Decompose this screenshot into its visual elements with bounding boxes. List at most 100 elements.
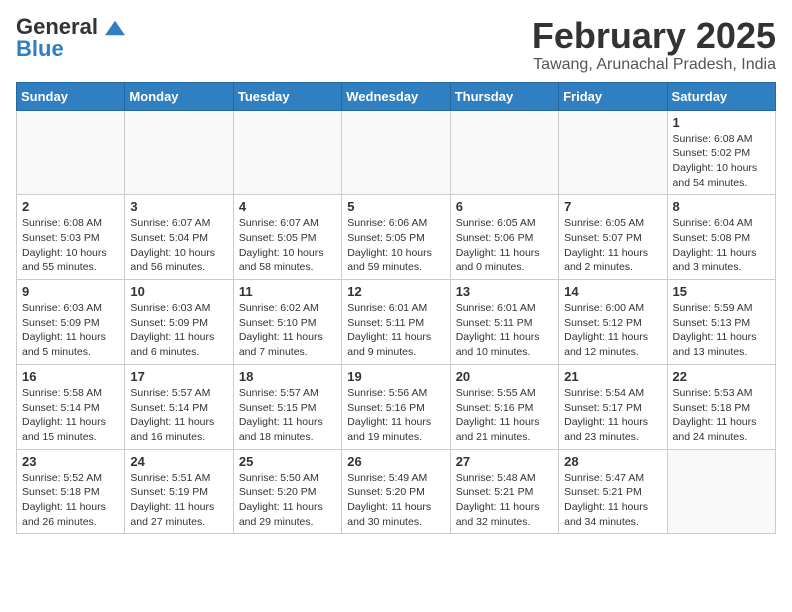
day-info: Sunrise: 6:05 AM Sunset: 5:06 PM Dayligh… [456, 216, 553, 275]
day-number: 20 [456, 369, 553, 384]
calendar-cell: 9 Sunrise: 6:03 AM Sunset: 5:09 PM Daylig… [17, 280, 125, 365]
logo-icon [105, 20, 125, 36]
calendar-cell: 10Sunrise: 6:03 AM Sunset: 5:09 PM Dayli… [125, 280, 233, 365]
day-number: 22 [673, 369, 770, 384]
day-number: 25 [239, 454, 336, 469]
day-number: 19 [347, 369, 444, 384]
title-area: February 2025 Tawang, Arunachal Pradesh,… [532, 16, 776, 74]
day-number: 9 [22, 284, 119, 299]
day-number: 16 [22, 369, 119, 384]
day-info: Sunrise: 6:05 AM Sunset: 5:07 PM Dayligh… [564, 216, 661, 275]
calendar-cell: 14Sunrise: 6:00 AM Sunset: 5:12 PM Dayli… [559, 280, 667, 365]
calendar-cell: 5 Sunrise: 6:06 AM Sunset: 5:05 PM Daylig… [342, 195, 450, 280]
calendar-cell: 7 Sunrise: 6:05 AM Sunset: 5:07 PM Daylig… [559, 195, 667, 280]
day-info: Sunrise: 6:00 AM Sunset: 5:12 PM Dayligh… [564, 301, 661, 360]
day-info: Sunrise: 5:58 AM Sunset: 5:14 PM Dayligh… [22, 386, 119, 445]
day-info: Sunrise: 5:55 AM Sunset: 5:16 PM Dayligh… [456, 386, 553, 445]
calendar-week-row: 23 Sunrise: 5:52 AM Sunset: 5:18 PM Dayli… [17, 449, 776, 534]
calendar-cell [233, 110, 341, 195]
day-number: 4 [239, 199, 336, 214]
calendar-cell: 18 Sunrise: 5:57 AM Sunset: 5:15 PM Dayli… [233, 364, 341, 449]
day-number: 3 [130, 199, 227, 214]
calendar-cell [342, 110, 450, 195]
day-number: 11 [239, 284, 336, 299]
day-number: 21 [564, 369, 661, 384]
day-number: 18 [239, 369, 336, 384]
calendar-cell: 21Sunrise: 5:54 AM Sunset: 5:17 PM Dayli… [559, 364, 667, 449]
logo-blue-text: Blue [16, 36, 64, 61]
weekday-header: Saturday [667, 82, 775, 110]
calendar-cell [17, 110, 125, 195]
day-info: Sunrise: 6:01 AM Sunset: 5:11 PM Dayligh… [456, 301, 553, 360]
weekday-header: Sunday [17, 82, 125, 110]
calendar-cell: 25 Sunrise: 5:50 AM Sunset: 5:20 PM Dayli… [233, 449, 341, 534]
day-info: Sunrise: 6:08 AM Sunset: 5:03 PM Dayligh… [22, 216, 119, 275]
day-number: 2 [22, 199, 119, 214]
weekday-header: Friday [559, 82, 667, 110]
calendar-cell [125, 110, 233, 195]
calendar-table: SundayMondayTuesdayWednesdayThursdayFrid… [16, 82, 776, 535]
day-info: Sunrise: 5:59 AM Sunset: 5:13 PM Dayligh… [673, 301, 770, 360]
calendar-cell: 20 Sunrise: 5:55 AM Sunset: 5:16 PM Dayli… [450, 364, 558, 449]
day-number: 5 [347, 199, 444, 214]
calendar-cell [559, 110, 667, 195]
page-header: General Blue February 2025 Tawang, Aruna… [16, 16, 776, 74]
day-info: Sunrise: 6:04 AM Sunset: 5:08 PM Dayligh… [673, 216, 770, 275]
calendar-cell: 11 Sunrise: 6:02 AM Sunset: 5:10 PM Dayli… [233, 280, 341, 365]
calendar-cell: 27 Sunrise: 5:48 AM Sunset: 5:21 PM Dayli… [450, 449, 558, 534]
day-info: Sunrise: 5:56 AM Sunset: 5:16 PM Dayligh… [347, 386, 444, 445]
day-info: Sunrise: 5:51 AM Sunset: 5:19 PM Dayligh… [130, 471, 227, 530]
day-info: Sunrise: 6:07 AM Sunset: 5:04 PM Dayligh… [130, 216, 227, 275]
calendar-cell: 15 Sunrise: 5:59 AM Sunset: 5:13 PM Dayli… [667, 280, 775, 365]
day-info: Sunrise: 6:08 AM Sunset: 5:02 PM Dayligh… [673, 132, 770, 191]
day-number: 26 [347, 454, 444, 469]
weekday-header: Thursday [450, 82, 558, 110]
day-number: 6 [456, 199, 553, 214]
calendar-cell: 22 Sunrise: 5:53 AM Sunset: 5:18 PM Dayli… [667, 364, 775, 449]
day-info: Sunrise: 5:57 AM Sunset: 5:15 PM Dayligh… [239, 386, 336, 445]
day-info: Sunrise: 6:01 AM Sunset: 5:11 PM Dayligh… [347, 301, 444, 360]
calendar-cell: 6 Sunrise: 6:05 AM Sunset: 5:06 PM Daylig… [450, 195, 558, 280]
calendar-week-row: 1 Sunrise: 6:08 AM Sunset: 5:02 PM Daylig… [17, 110, 776, 195]
day-info: Sunrise: 5:49 AM Sunset: 5:20 PM Dayligh… [347, 471, 444, 530]
calendar-cell: 12 Sunrise: 6:01 AM Sunset: 5:11 PM Dayli… [342, 280, 450, 365]
day-info: Sunrise: 5:52 AM Sunset: 5:18 PM Dayligh… [22, 471, 119, 530]
day-info: Sunrise: 5:57 AM Sunset: 5:14 PM Dayligh… [130, 386, 227, 445]
day-info: Sunrise: 6:03 AM Sunset: 5:09 PM Dayligh… [22, 301, 119, 360]
calendar-cell: 8 Sunrise: 6:04 AM Sunset: 5:08 PM Daylig… [667, 195, 775, 280]
day-number: 23 [22, 454, 119, 469]
day-info: Sunrise: 6:06 AM Sunset: 5:05 PM Dayligh… [347, 216, 444, 275]
location: Tawang, Arunachal Pradesh, India [532, 56, 776, 74]
weekday-header-row: SundayMondayTuesdayWednesdayThursdayFrid… [17, 82, 776, 110]
day-number: 1 [673, 115, 770, 130]
day-info: Sunrise: 6:07 AM Sunset: 5:05 PM Dayligh… [239, 216, 336, 275]
day-info: Sunrise: 6:02 AM Sunset: 5:10 PM Dayligh… [239, 301, 336, 360]
day-number: 12 [347, 284, 444, 299]
calendar-cell: 1 Sunrise: 6:08 AM Sunset: 5:02 PM Daylig… [667, 110, 775, 195]
weekday-header: Wednesday [342, 82, 450, 110]
day-number: 8 [673, 199, 770, 214]
day-number: 15 [673, 284, 770, 299]
calendar-cell: 24 Sunrise: 5:51 AM Sunset: 5:19 PM Dayli… [125, 449, 233, 534]
day-number: 17 [130, 369, 227, 384]
calendar-cell: 13 Sunrise: 6:01 AM Sunset: 5:11 PM Dayli… [450, 280, 558, 365]
day-number: 13 [456, 284, 553, 299]
calendar-week-row: 9 Sunrise: 6:03 AM Sunset: 5:09 PM Daylig… [17, 280, 776, 365]
calendar-cell: 28Sunrise: 5:47 AM Sunset: 5:21 PM Dayli… [559, 449, 667, 534]
day-info: Sunrise: 5:50 AM Sunset: 5:20 PM Dayligh… [239, 471, 336, 530]
day-info: Sunrise: 5:53 AM Sunset: 5:18 PM Dayligh… [673, 386, 770, 445]
calendar-week-row: 16 Sunrise: 5:58 AM Sunset: 5:14 PM Dayli… [17, 364, 776, 449]
month-title: February 2025 [532, 16, 776, 56]
calendar-cell [450, 110, 558, 195]
calendar-cell: 26 Sunrise: 5:49 AM Sunset: 5:20 PM Dayli… [342, 449, 450, 534]
day-number: 28 [564, 454, 661, 469]
day-number: 27 [456, 454, 553, 469]
calendar-cell: 19 Sunrise: 5:56 AM Sunset: 5:16 PM Dayli… [342, 364, 450, 449]
day-number: 24 [130, 454, 227, 469]
calendar-week-row: 2 Sunrise: 6:08 AM Sunset: 5:03 PM Daylig… [17, 195, 776, 280]
calendar-cell: 16 Sunrise: 5:58 AM Sunset: 5:14 PM Dayli… [17, 364, 125, 449]
day-info: Sunrise: 5:48 AM Sunset: 5:21 PM Dayligh… [456, 471, 553, 530]
calendar-cell: 17 Sunrise: 5:57 AM Sunset: 5:14 PM Dayli… [125, 364, 233, 449]
calendar-cell: 23 Sunrise: 5:52 AM Sunset: 5:18 PM Dayli… [17, 449, 125, 534]
day-number: 7 [564, 199, 661, 214]
